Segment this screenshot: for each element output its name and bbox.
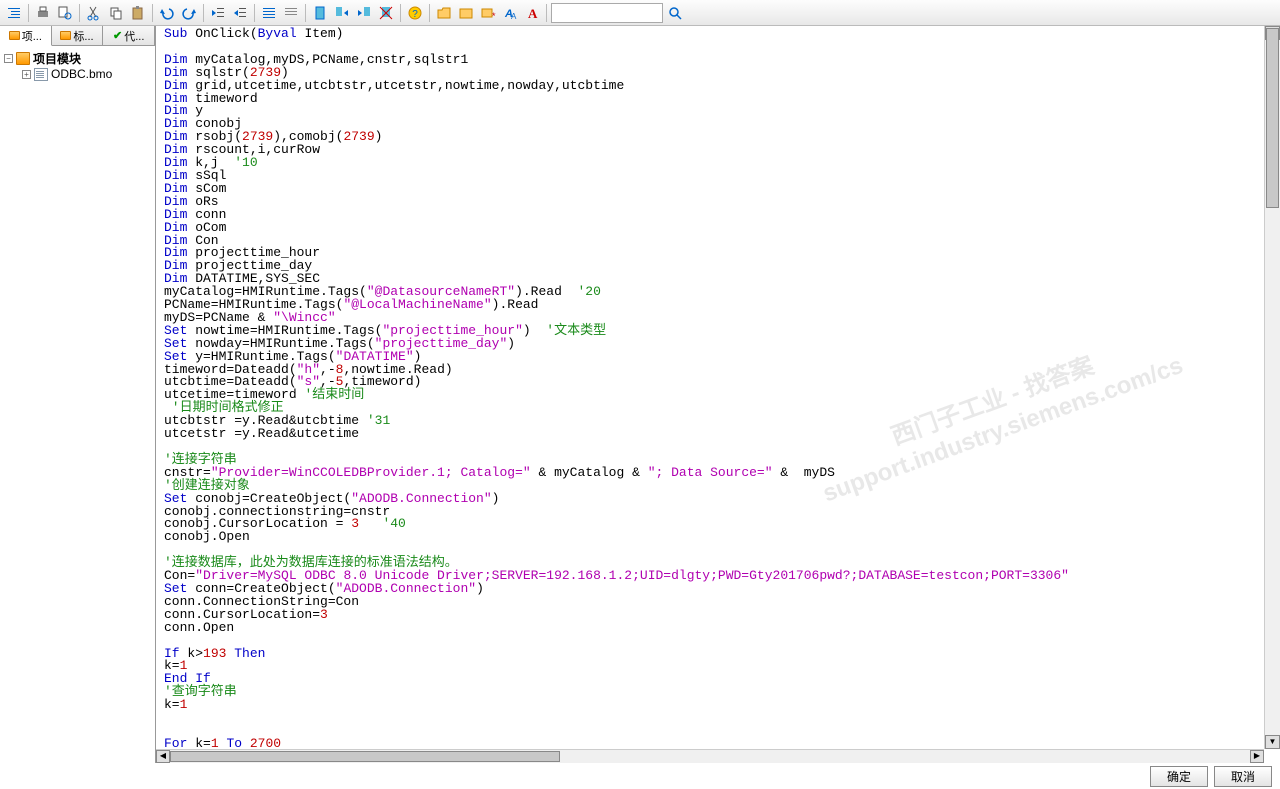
dialog-footer: 确定 取消 (1142, 763, 1280, 789)
scroll-thumb[interactable] (170, 751, 560, 762)
folder-new-icon[interactable]: * (478, 3, 498, 23)
search-input[interactable] (551, 3, 663, 23)
code-editor[interactable]: 西门子工业 - 找答案 support.industry.siemens.com… (156, 26, 1280, 763)
tree-item-odbc[interactable]: + ODBC.bmo (22, 66, 151, 82)
copy-icon[interactable] (106, 3, 126, 23)
tab-project[interactable]: 项... (0, 26, 52, 46)
scroll-right-icon[interactable]: ▶ (1250, 750, 1264, 763)
cancel-button[interactable]: 取消 (1214, 766, 1272, 787)
uncomment-icon[interactable] (281, 3, 301, 23)
tab-label: 标... (73, 28, 93, 44)
undo-icon[interactable] (157, 3, 177, 23)
tree-root[interactable]: − 项目模块 (4, 50, 151, 66)
tab-label: 项... (22, 28, 42, 44)
tree-label: 项目模块 (33, 50, 81, 67)
svg-text:*: * (492, 11, 496, 21)
expand-icon[interactable]: + (22, 70, 31, 79)
code-content[interactable]: Sub OnClick(Byval Item) Dim myCatalog,my… (156, 26, 1280, 763)
project-tree-panel: 项... 标... ✔代... − 项目模块 + ODBC.bmo (0, 26, 156, 763)
tree-body: − 项目模块 + ODBC.bmo (0, 46, 155, 763)
tree-tabs: 项... 标... ✔代... (0, 26, 155, 46)
paste-icon[interactable] (128, 3, 148, 23)
folder-icon (9, 31, 20, 40)
tab-code[interactable]: ✔代... (103, 26, 155, 45)
comment-icon[interactable] (259, 3, 279, 23)
check-icon: ✔ (113, 29, 122, 42)
find-icon[interactable]: AA (500, 3, 520, 23)
scroll-down-icon[interactable]: ▼ (1265, 735, 1280, 749)
folder-icon[interactable] (456, 3, 476, 23)
folder-icon (60, 31, 71, 40)
cut-icon[interactable] (84, 3, 104, 23)
folder-open-icon[interactable] (434, 3, 454, 23)
print-icon[interactable] (33, 3, 53, 23)
svg-text:A: A (511, 12, 517, 21)
bookmark-next-icon[interactable] (332, 3, 352, 23)
bookmark-clear-icon[interactable] (376, 3, 396, 23)
svg-text:A: A (528, 6, 538, 21)
toolbar: ? * AA A (0, 0, 1280, 26)
bookmark-prev-icon[interactable] (354, 3, 374, 23)
scroll-thumb[interactable] (1266, 28, 1279, 208)
font-icon[interactable]: A (522, 3, 542, 23)
folder-icon (16, 52, 30, 65)
tree-label: ODBC.bmo (51, 67, 112, 81)
tab-tags[interactable]: 标... (52, 26, 104, 45)
indent-icon[interactable] (230, 3, 250, 23)
tab-label: 代... (124, 28, 144, 44)
print-preview-icon[interactable] (55, 3, 75, 23)
redo-icon[interactable] (179, 3, 199, 23)
collapse-icon[interactable]: − (4, 54, 13, 63)
help-icon[interactable]: ? (405, 3, 425, 23)
indent-left-icon[interactable] (4, 3, 24, 23)
bookmark-toggle-icon[interactable] (310, 3, 330, 23)
horizontal-scrollbar[interactable]: ◀ ▶ (156, 749, 1264, 763)
outdent-icon[interactable] (208, 3, 228, 23)
ok-button[interactable]: 确定 (1150, 766, 1208, 787)
scroll-left-icon[interactable]: ◀ (156, 750, 170, 763)
svg-text:?: ? (412, 9, 418, 20)
module-icon (34, 68, 48, 81)
search-go-icon[interactable] (665, 3, 685, 23)
vertical-scrollbar[interactable]: ▲ ▼ (1264, 26, 1280, 749)
